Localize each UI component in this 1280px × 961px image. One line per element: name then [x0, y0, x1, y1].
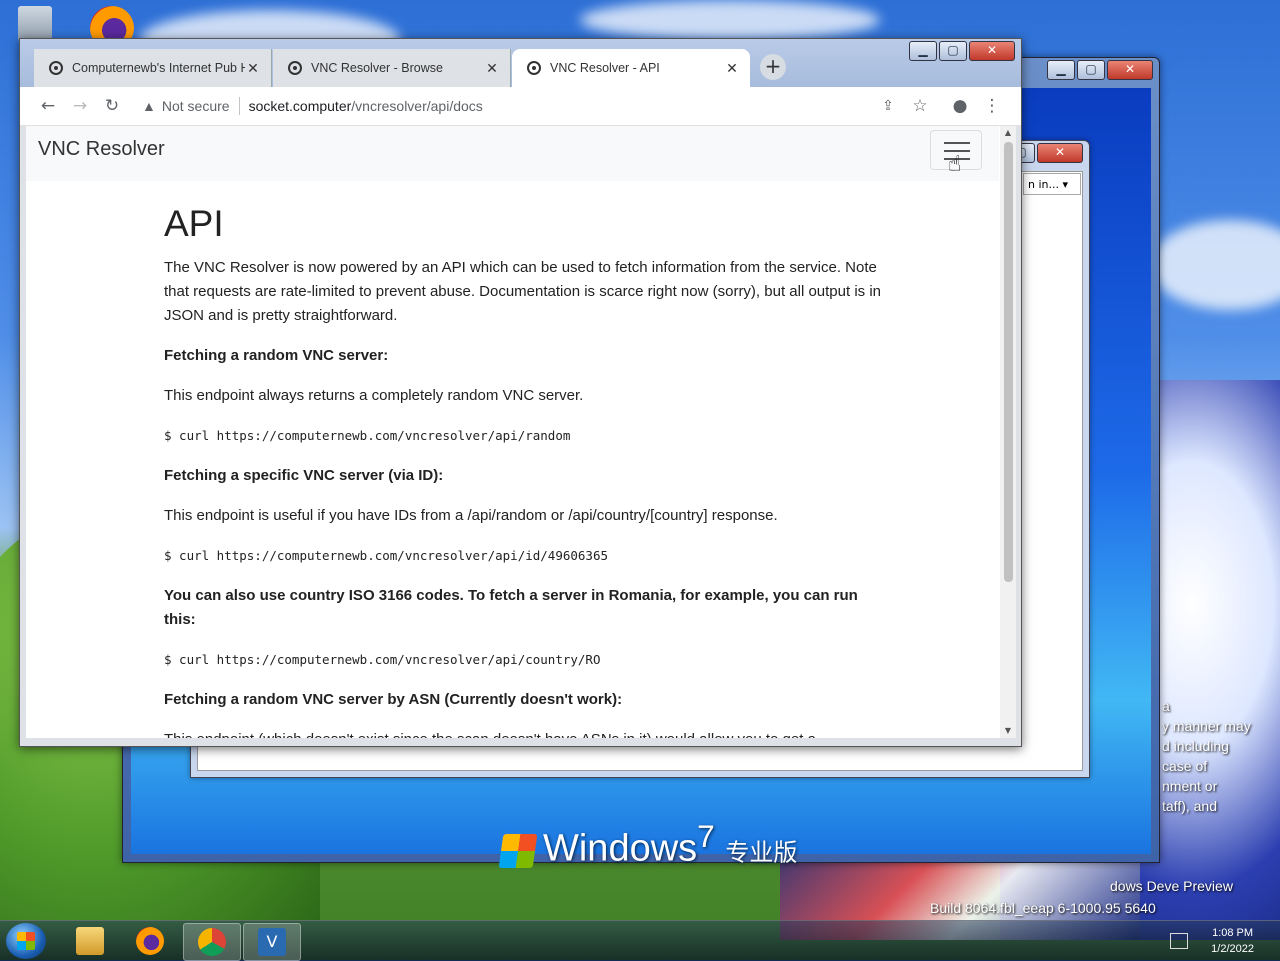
section-heading: You can also use country ISO 3166 codes.… — [164, 587, 858, 628]
section-desc: This endpoint (which doesn't exist since… — [164, 728, 884, 738]
menu-dots-icon[interactable]: ⋮ — [982, 96, 1002, 116]
hamburger-line — [944, 142, 970, 144]
clock-time: 1:08 PM — [1212, 927, 1254, 939]
minimize-button[interactable]: ▁ — [1047, 60, 1075, 80]
maximize-button[interactable]: ▢ — [1077, 60, 1105, 80]
taskbar-vnc[interactable]: V — [243, 923, 301, 961]
dropdown-value: n in... — [1028, 178, 1059, 191]
site-brand[interactable]: VNC Resolver — [38, 138, 165, 161]
browser-window[interactable]: Computernewb's Internet Pub H ✕ VNC Reso… — [19, 38, 1022, 747]
maximize-button[interactable]: ▢ — [939, 41, 967, 61]
tab-strip: Computernewb's Internet Pub H ✕ VNC Reso… — [20, 39, 1021, 87]
reload-icon[interactable]: ↻ — [102, 96, 122, 116]
watermark-seven: 7 — [697, 818, 715, 854]
close-button[interactable]: ✕ — [1037, 143, 1083, 163]
forward-arrow-icon[interactable]: → — [70, 96, 90, 116]
desktop-text-0: a — [1162, 698, 1170, 714]
hand-cursor-icon: ☝ — [948, 152, 962, 177]
security-label[interactable]: Not secure — [162, 98, 230, 114]
page-viewport[interactable]: VNC Resolver ☝ API The VNC Resolver is n… — [26, 126, 1016, 738]
desktop-text-3: case of — [1162, 758, 1208, 774]
star-icon[interactable]: ☆ — [910, 96, 930, 116]
tab-vnc-api[interactable]: VNC Resolver - API ✕ — [512, 49, 750, 87]
desktop-text-5: taff), and — [1162, 798, 1218, 814]
api-docs: API The VNC Resolver is now powered by a… — [164, 203, 884, 739]
vnc-favicon-icon — [288, 61, 302, 75]
tab-close-icon[interactable]: ✕ — [724, 60, 740, 77]
close-button[interactable]: ✕ — [1107, 60, 1153, 80]
scroll-down-icon[interactable]: ▼ — [1000, 724, 1016, 738]
section-desc: This endpoint always returns a completel… — [164, 387, 584, 404]
url-path: /vncresolver/api/docs — [351, 98, 483, 114]
site-navbar: VNC Resolver ☝ — [26, 126, 999, 181]
tab-close-icon[interactable]: ✕ — [245, 60, 261, 77]
address-divider — [238, 97, 240, 115]
taskbar-explorer[interactable] — [62, 923, 118, 959]
taskbar: V 1:08 PM 1/2/2022 — [0, 920, 1280, 961]
code-sample: $ curl https://computernewb.com/vncresol… — [164, 428, 571, 443]
tab-title: VNC Resolver - API — [550, 61, 660, 75]
tab-vnc-browse[interactable]: VNC Resolver - Browse ✕ — [273, 49, 511, 87]
vm-window-caption-buttons: ▁ ▢ ✕ — [1047, 60, 1153, 80]
watermark-edition: 专业版 — [725, 839, 798, 867]
clock-date: 1/2/2022 — [1211, 943, 1254, 955]
minimize-button[interactable]: ▁ — [909, 41, 937, 61]
cloud — [1150, 220, 1280, 310]
chrome-icon — [198, 928, 226, 956]
firefox-icon — [136, 927, 164, 955]
warning-icon: ▲ — [142, 98, 156, 114]
vnc-favicon-icon — [527, 61, 541, 75]
taskbar-chrome[interactable] — [183, 923, 241, 961]
cloud — [580, 0, 880, 40]
network-icon[interactable] — [1170, 933, 1188, 949]
section-heading: Fetching a specific VNC server (via ID): — [164, 467, 444, 484]
tab-title: Computernewb's Internet Pub H — [72, 61, 245, 75]
build-line-1: dows Deve Preview — [1110, 878, 1233, 894]
windows-7-watermark: Windows7 专业版 — [498, 818, 798, 871]
windows-flag-icon — [17, 932, 35, 950]
profile-icon[interactable]: ● — [950, 96, 970, 116]
close-button[interactable]: ✕ — [969, 41, 1015, 61]
browser-toolbar: ← → ↻ ▲ Not secure socket.computer/vncre… — [20, 87, 1021, 126]
scroll-up-icon[interactable]: ▲ — [1000, 126, 1016, 140]
browser-caption-buttons: ▁ ▢ ✕ — [909, 41, 1015, 61]
section-heading: Fetching a random VNC server by ASN (Cur… — [164, 691, 623, 708]
tab-computernewb[interactable]: Computernewb's Internet Pub H ✕ — [34, 49, 272, 87]
system-clock[interactable]: 1:08 PM 1/2/2022 — [1211, 925, 1254, 957]
code-sample: $ curl https://computernewb.com/vncresol… — [164, 548, 609, 563]
address-bar[interactable]: ▲ Not secure socket.computer/vncresolver… — [132, 92, 887, 120]
explorer-icon — [76, 927, 104, 955]
code-sample: $ curl https://computernewb.com/vncresol… — [164, 652, 601, 667]
vnc-icon: V — [258, 928, 286, 956]
build-line-2: Build 8064.fbl_eeap 6-1000.95 5640 — [930, 900, 1156, 916]
desktop-text-2: d including — [1162, 738, 1229, 754]
scroll-thumb[interactable] — [1004, 142, 1013, 582]
back-arrow-icon[interactable]: ← — [38, 96, 58, 116]
section-desc: This endpoint is useful if you have IDs … — [164, 507, 778, 524]
dialog-dropdown[interactable]: n in... ▾ — [1023, 173, 1081, 195]
page-title: API — [164, 203, 224, 244]
new-tab-button[interactable]: + — [760, 54, 786, 80]
windows-flag-icon — [498, 833, 538, 868]
url-text[interactable]: socket.computer/vncresolver/api/docs — [249, 98, 483, 114]
taskbar-firefox[interactable] — [122, 923, 178, 959]
tab-title: VNC Resolver - Browse — [311, 61, 443, 75]
vertical-scrollbar[interactable]: ▲ ▼ — [1000, 126, 1016, 738]
vnc-favicon-icon — [49, 61, 63, 75]
share-icon[interactable]: ⇪ — [878, 96, 898, 116]
watermark-text: Windows — [543, 827, 698, 870]
intro-text: The VNC Resolver is now powered by an AP… — [164, 259, 882, 324]
desktop-text-1: y manner may — [1162, 718, 1251, 734]
tab-close-icon[interactable]: ✕ — [484, 60, 500, 77]
desktop-text-4: nment or — [1162, 778, 1218, 794]
start-button[interactable] — [6, 923, 46, 959]
url-host: socket.computer — [248, 98, 352, 114]
section-heading: Fetching a random VNC server: — [164, 347, 389, 364]
